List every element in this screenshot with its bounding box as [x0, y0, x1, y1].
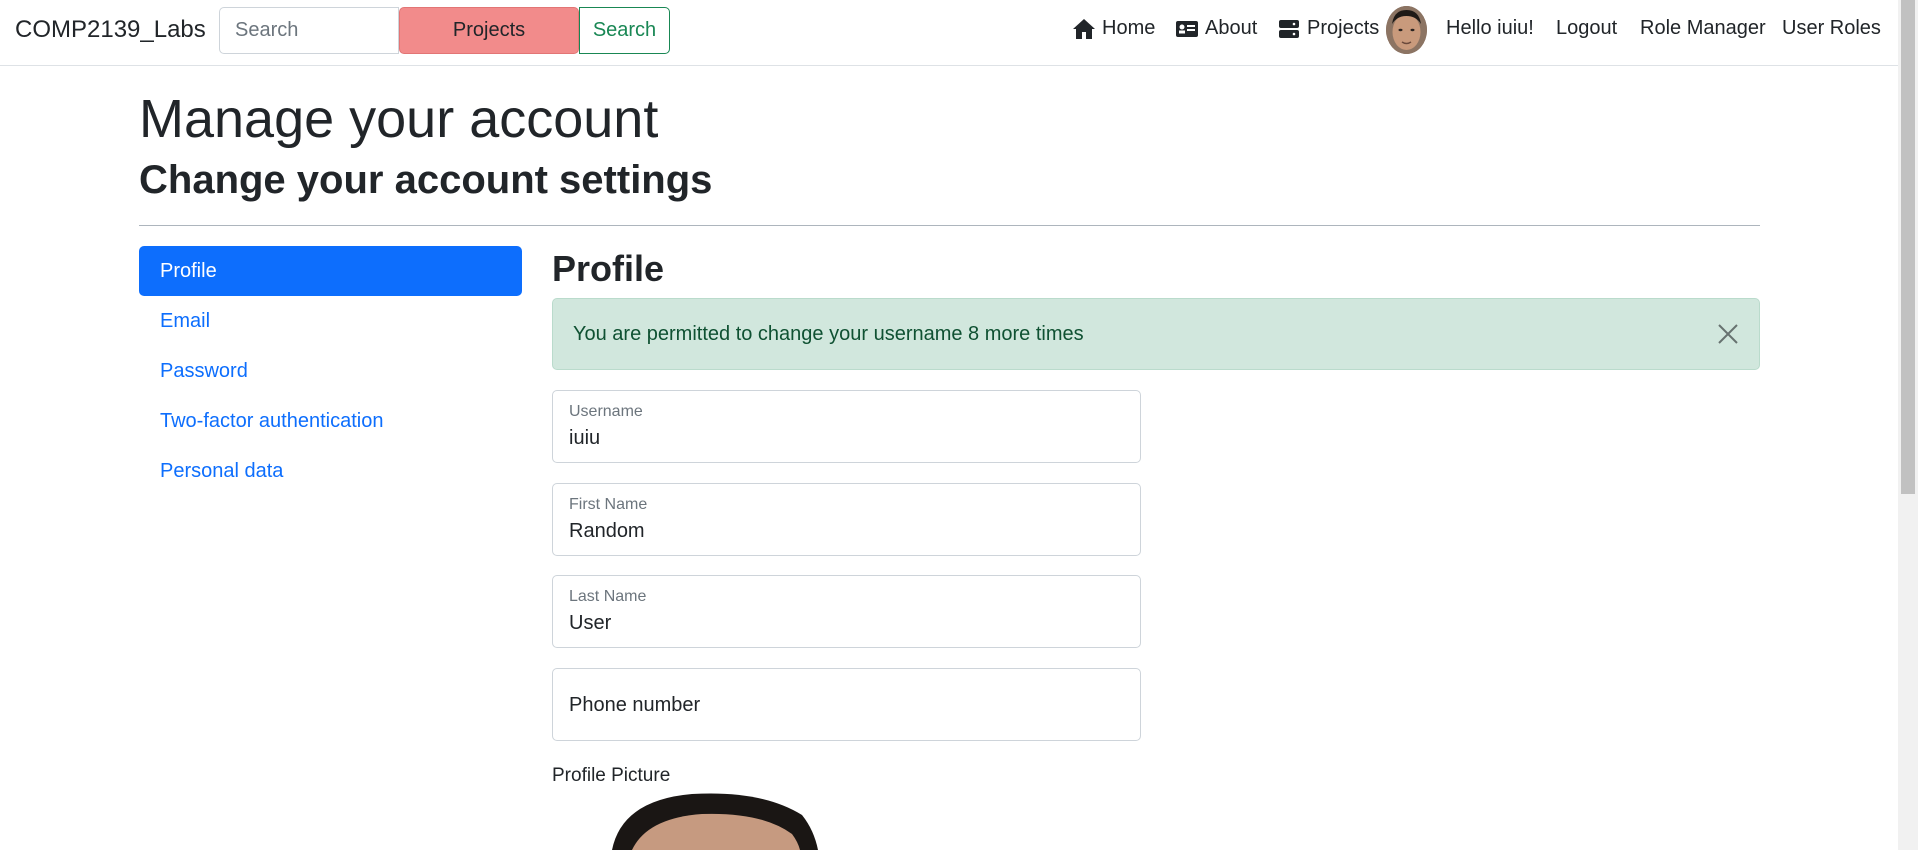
scrollbar-thumb[interactable] — [1901, 0, 1915, 494]
brand-link[interactable]: COMP2139_Labs — [15, 16, 206, 44]
nav-role-manager[interactable]: Role Manager — [1640, 17, 1766, 40]
nav-projects[interactable]: Projects — [1277, 17, 1379, 40]
username-value[interactable]: iuiu — [569, 427, 600, 450]
profile-heading: Profile — [552, 248, 665, 289]
page-subtitle: Change your account settings — [139, 158, 713, 202]
profile-picture — [552, 790, 952, 850]
top-navbar: COMP2139_Labs Search Projects Search Hom… — [0, 0, 1898, 66]
nav-user-roles[interactable]: User Roles — [1782, 17, 1881, 40]
search-input[interactable]: Search — [219, 7, 399, 54]
sidebar-item-email[interactable]: Email — [139, 296, 522, 346]
alert-message: You are permitted to change your usernam… — [573, 323, 1084, 345]
nav-projects-label: Projects — [1307, 17, 1380, 39]
nav-greeting[interactable]: Hello iuiu! — [1446, 17, 1534, 40]
first-name-field[interactable]: First Name Random — [552, 483, 1141, 556]
last-name-field[interactable]: Last Name User — [552, 575, 1141, 648]
username-label: Username — [569, 403, 643, 420]
first-name-label: First Name — [569, 496, 648, 513]
nav-home-label: Home — [1102, 17, 1156, 39]
id-card-icon — [1176, 20, 1198, 37]
nav-home[interactable]: Home — [1072, 17, 1155, 40]
close-icon[interactable] — [1717, 323, 1739, 345]
projects-search-button[interactable]: Projects — [399, 7, 579, 54]
page-title: Manage your account — [139, 89, 659, 149]
sidebar-item-two-factor[interactable]: Two-factor authentication — [139, 396, 522, 446]
sidebar-item-profile[interactable]: Profile — [139, 246, 522, 296]
sidebar-item-personal-data[interactable]: Personal data — [139, 446, 522, 496]
divider — [139, 225, 1760, 226]
search-button[interactable]: Search — [579, 7, 670, 54]
page-scrollbar[interactable] — [1898, 0, 1918, 850]
nav-logout[interactable]: Logout — [1556, 17, 1617, 40]
nav-about-label: About — [1205, 17, 1258, 39]
sidebar-item-password[interactable]: Password — [139, 346, 522, 396]
phone-number-field[interactable]: Phone number — [552, 668, 1141, 741]
profile-picture-label: Profile Picture — [552, 765, 671, 786]
status-alert: You are permitted to change your usernam… — [552, 298, 1760, 370]
server-icon — [1279, 19, 1299, 38]
first-name-value[interactable]: Random — [569, 520, 645, 543]
username-field[interactable]: Username iuiu — [552, 390, 1141, 463]
user-avatar[interactable] — [1386, 6, 1427, 54]
home-icon — [1073, 18, 1095, 39]
phone-number-placeholder[interactable]: Phone number — [569, 694, 700, 717]
last-name-label: Last Name — [569, 588, 647, 605]
nav-about[interactable]: About — [1175, 17, 1257, 40]
last-name-value[interactable]: User — [569, 612, 611, 635]
